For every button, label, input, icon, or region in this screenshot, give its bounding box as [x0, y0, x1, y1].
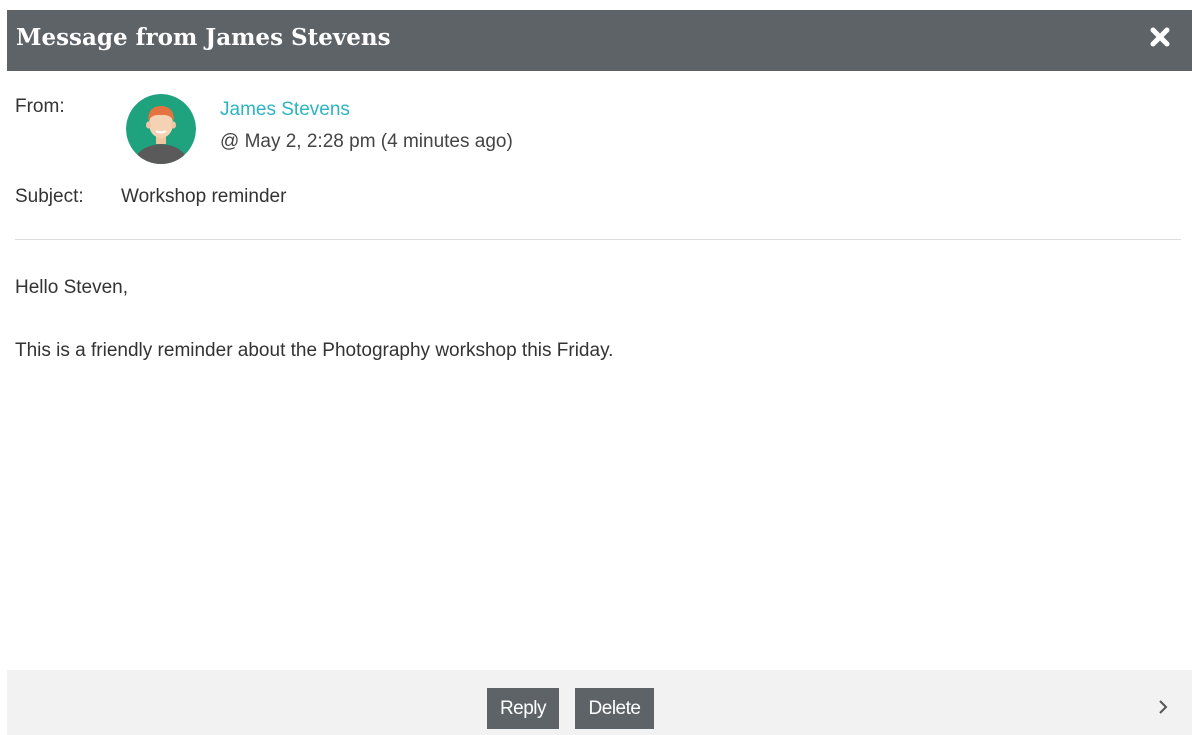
subject-label: Subject: — [15, 186, 84, 207]
from-label: From: — [15, 96, 65, 117]
next-message-button[interactable] — [1156, 696, 1170, 718]
dialog-titlebar: Message from James Stevens — [7, 10, 1192, 71]
dialog-footer: Reply Delete — [7, 670, 1192, 735]
chevron-right-icon — [1159, 700, 1168, 714]
dialog-title: Message from James Stevens — [16, 24, 391, 51]
subject-value: Workshop reminder — [121, 186, 287, 207]
reply-button[interactable]: Reply — [487, 688, 559, 729]
avatar[interactable] — [126, 94, 196, 164]
sender-name-link[interactable]: James Stevens — [220, 99, 350, 121]
close-button[interactable] — [1148, 25, 1174, 51]
message-dialog: Message from James Stevens From: James S… — [0, 0, 1192, 735]
close-icon — [1150, 27, 1170, 47]
delete-button[interactable]: Delete — [575, 688, 654, 729]
avatar-icon — [126, 94, 196, 164]
message-greeting: Hello Steven, — [15, 277, 129, 298]
sent-timestamp: @ May 2, 2:28 pm (4 minutes ago) — [220, 131, 513, 152]
divider — [15, 239, 1181, 240]
message-body: This is a friendly reminder about the Ph… — [15, 340, 614, 361]
